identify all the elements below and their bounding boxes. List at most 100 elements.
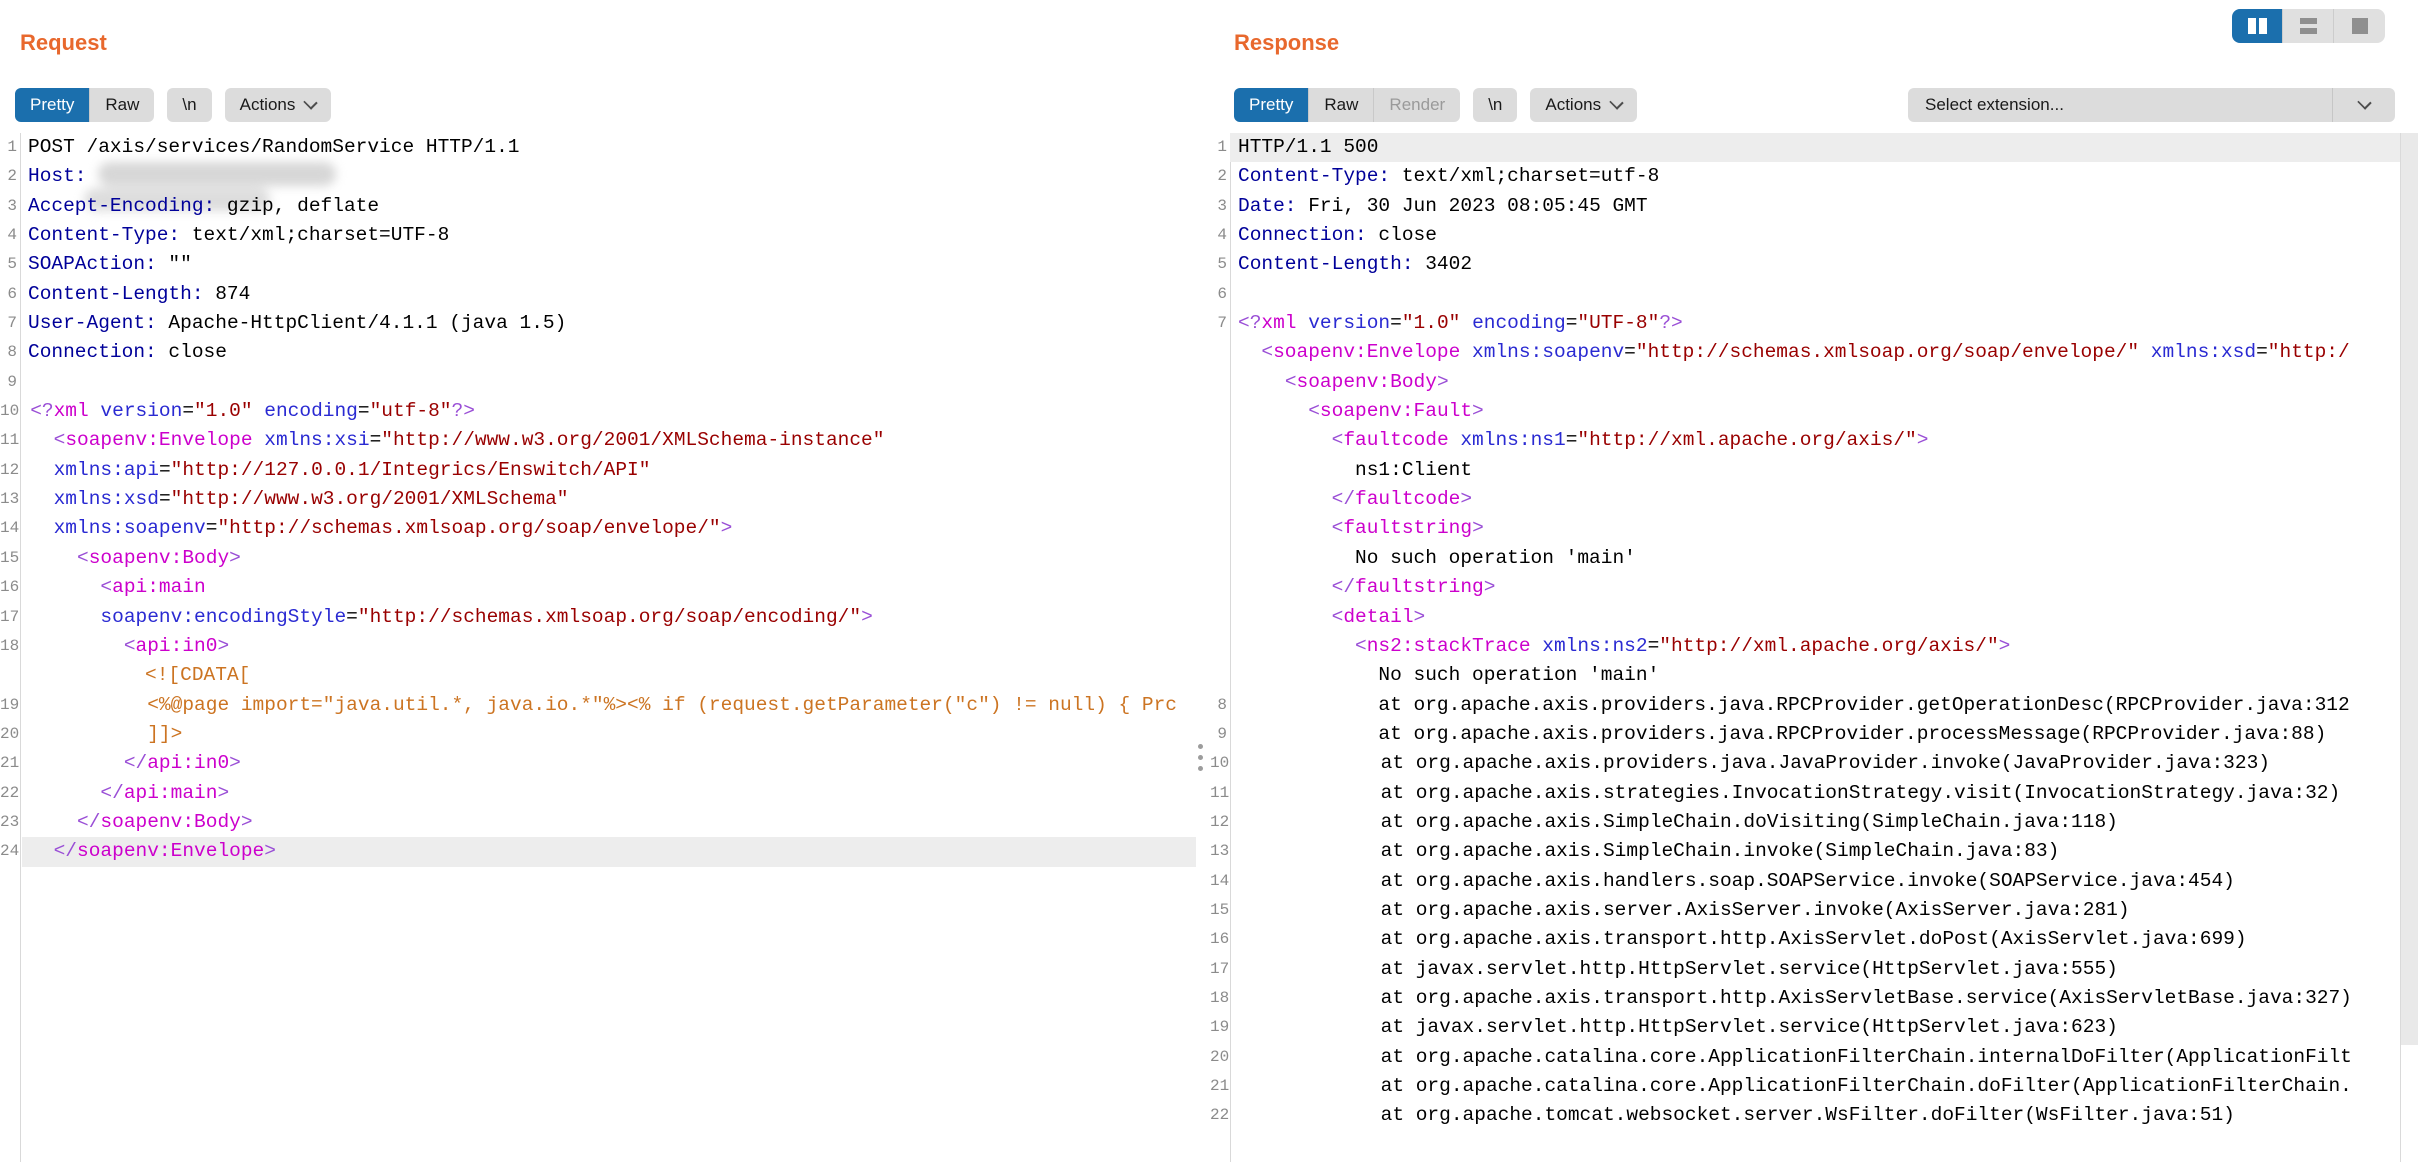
line-number: 20 — [0, 720, 22, 749]
response-editor[interactable]: 1HTTP/1.1 5002Content-Type: text/xml;cha… — [1210, 133, 2401, 1162]
code-line: 9 at org.apache.axis.providers.java.RPCP… — [1210, 720, 2401, 749]
code-line: 1POST /axis/services/RandomService HTTP/… — [0, 133, 1196, 162]
line-number — [1210, 485, 1230, 514]
line-number — [1210, 514, 1230, 543]
code-line: 18 at org.apache.axis.transport.http.Axi… — [1210, 984, 2401, 1013]
code-line: No such operation 'main' — [1210, 544, 2401, 573]
line-number — [1210, 632, 1230, 661]
panel-resize-handle grip-dots-icon[interactable] — [1198, 744, 1203, 771]
response-scrollbar[interactable] — [2400, 133, 2418, 1162]
code-line: 14 xmlns:soapenv="http://schemas.xmlsoap… — [0, 514, 1196, 543]
scrollbar-thumb[interactable] — [2401, 133, 2418, 1045]
line-number — [1210, 368, 1230, 397]
columns-layout-icon[interactable] — [2232, 9, 2283, 43]
code-line: 13 xmlns:xsd="http://www.w3.org/2001/XML… — [0, 485, 1196, 514]
line-number: 22 — [0, 779, 22, 808]
redacted-host-value — [98, 162, 336, 186]
response-toolbar: PrettyRawRender \n Actions — [1234, 88, 1637, 122]
line-number — [1210, 397, 1230, 426]
code-line: 20 ]]> — [0, 720, 1196, 749]
line-number: 6 — [0, 280, 20, 309]
code-line: 21 at org.apache.catalina.core.Applicati… — [1210, 1072, 2401, 1101]
line-number — [1210, 426, 1230, 455]
line-number: 5 — [1210, 250, 1230, 279]
select-extension-label: Select extension... — [1908, 95, 2332, 115]
code-line: 17 at javax.servlet.http.HttpServlet.ser… — [1210, 955, 2401, 984]
tab-pretty[interactable]: Pretty — [1234, 88, 1309, 122]
line-number: 2 — [1210, 162, 1230, 191]
code-line: ns1:Client — [1210, 456, 2401, 485]
code-line: 8 at org.apache.axis.providers.java.RPCP… — [1210, 691, 2401, 720]
line-number: 6 — [1210, 280, 1230, 309]
line-number: 16 — [0, 573, 22, 602]
line-number — [1210, 338, 1230, 367]
code-line: 20 at org.apache.catalina.core.Applicati… — [1210, 1043, 2401, 1072]
code-line: 2Host: — [0, 162, 1196, 191]
code-line: 6 — [1210, 280, 2401, 309]
code-line: 23 </soapenv:Body> — [0, 808, 1196, 837]
line-number — [1210, 544, 1230, 573]
code-line: 14 at org.apache.axis.handlers.soap.SOAP… — [1210, 867, 2401, 896]
line-number — [0, 661, 20, 690]
line-number: 8 — [0, 338, 20, 367]
tab-raw[interactable]: Raw — [90, 88, 154, 122]
line-number: 14 — [1210, 867, 1232, 896]
code-line: 1HTTP/1.1 500 — [1210, 133, 2401, 162]
line-number: 23 — [0, 808, 22, 837]
code-line: <faultcode xmlns:ns1="http://xml.apache.… — [1210, 426, 2401, 455]
line-number: 3 — [0, 192, 20, 221]
code-line: 10<?xml version="1.0" encoding="utf-8"?> — [0, 397, 1196, 426]
request-panel: Request PrettyRaw \n Actions 1POST /axis… — [0, 0, 1196, 1162]
line-number — [1210, 573, 1230, 602]
line-number: 11 — [0, 426, 22, 455]
code-line: 2Content-Type: text/xml;charset=utf-8 — [1210, 162, 2401, 191]
line-number: 9 — [1210, 720, 1230, 749]
code-line: 15 <soapenv:Body> — [0, 544, 1196, 573]
line-number: 22 — [1210, 1101, 1232, 1130]
line-number: 19 — [0, 691, 22, 720]
code-line: 18 <api:in0> — [0, 632, 1196, 661]
select-extension-dropdown[interactable]: Select extension... — [1908, 88, 2395, 122]
tab-render[interactable]: Render — [1374, 88, 1460, 122]
line-number: 15 — [1210, 896, 1232, 925]
line-number: 21 — [1210, 1072, 1232, 1101]
code-line: 22 at org.apache.tomcat.websocket.server… — [1210, 1101, 2401, 1130]
single-panel-layout-icon[interactable] — [2334, 9, 2385, 43]
response-actions-button[interactable]: Actions — [1530, 88, 1637, 122]
code-line: 17 soapenv:encodingStyle="http://schemas… — [0, 603, 1196, 632]
code-line: 4Connection: close — [1210, 221, 2401, 250]
code-line: 9 — [0, 368, 1196, 397]
rows-layout-icon[interactable] — [2283, 9, 2334, 43]
code-line: <soapenv:Body> — [1210, 368, 2401, 397]
newline-toggle-button[interactable]: \n — [1473, 88, 1517, 122]
chevron-down-icon — [2357, 95, 2371, 109]
response-view-tabs: PrettyRawRender — [1234, 88, 1460, 122]
code-line: 19 at javax.servlet.http.HttpServlet.ser… — [1210, 1013, 2401, 1042]
code-line: 11 at org.apache.axis.strategies.Invocat… — [1210, 779, 2401, 808]
request-editor[interactable]: 1POST /axis/services/RandomService HTTP/… — [0, 133, 1196, 1162]
code-line: <faultstring> — [1210, 514, 2401, 543]
line-number: 18 — [1210, 984, 1232, 1013]
code-line: 22 </api:main> — [0, 779, 1196, 808]
code-line: <detail> — [1210, 603, 2401, 632]
code-line: 5Content-Length: 3402 — [1210, 250, 2401, 279]
actions-label: Actions — [240, 95, 296, 115]
code-line: 3Accept-Encoding: gzip, deflate — [0, 192, 1196, 221]
request-view-tabs: PrettyRaw — [15, 88, 154, 122]
line-number — [1210, 456, 1230, 485]
line-number: 5 — [0, 250, 20, 279]
line-number: 11 — [1210, 779, 1232, 808]
line-number — [1210, 603, 1230, 632]
code-line: <![CDATA[ — [0, 661, 1196, 690]
code-line: 12 xmlns:api="http://127.0.0.1/Integrics… — [0, 456, 1196, 485]
newline-toggle-button[interactable]: \n — [167, 88, 211, 122]
tab-pretty[interactable]: Pretty — [15, 88, 90, 122]
code-line: 16 at org.apache.axis.transport.http.Axi… — [1210, 925, 2401, 954]
code-line: <soapenv:Fault> — [1210, 397, 2401, 426]
line-number: 17 — [0, 603, 22, 632]
line-number: 2 — [0, 162, 20, 191]
line-number: 7 — [0, 309, 20, 338]
request-actions-button[interactable]: Actions — [225, 88, 332, 122]
code-line: 15 at org.apache.axis.server.AxisServer.… — [1210, 896, 2401, 925]
tab-raw[interactable]: Raw — [1309, 88, 1374, 122]
